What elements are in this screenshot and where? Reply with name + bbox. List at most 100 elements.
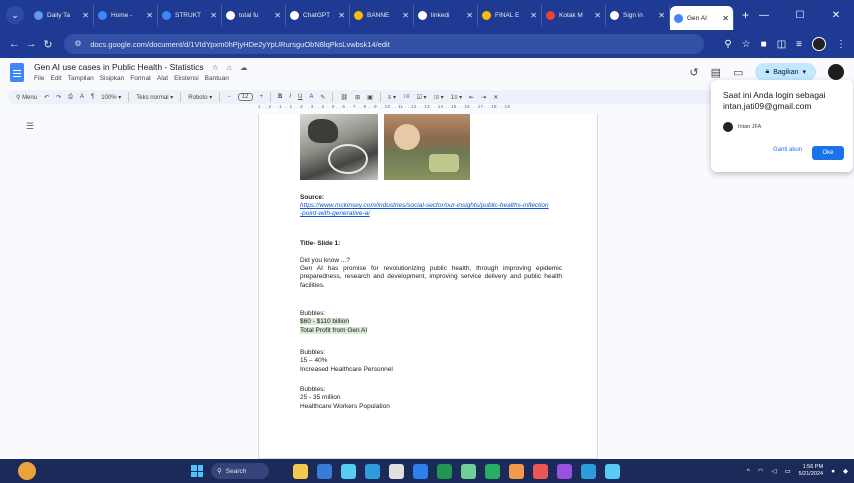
taskbar-app-icon[interactable] xyxy=(341,463,356,479)
menu-item[interactable]: Bantuan xyxy=(205,75,229,82)
browser-tab[interactable]: linkedi ✕ xyxy=(414,4,478,26)
menu-item[interactable]: Format xyxy=(130,75,151,82)
line-spacing-icon[interactable]: ↕≡ xyxy=(403,94,410,100)
document-page[interactable]: Source: https://www.mckinsey.com/industr… xyxy=(258,114,598,459)
taskbar-search[interactable]: ⚲ Search xyxy=(211,463,269,479)
tab-close-icon[interactable]: ✕ xyxy=(658,11,665,20)
bookmark-star-icon[interactable]: ☆ xyxy=(742,39,751,50)
move-folder-icon[interactable]: ⌂ xyxy=(227,63,232,72)
wifi-icon[interactable]: ◠ xyxy=(758,467,764,475)
taskbar-app-icon[interactable] xyxy=(437,463,452,479)
tab-close-icon[interactable]: ✕ xyxy=(402,11,409,20)
comments-icon[interactable]: ▤ xyxy=(711,66,721,79)
comment-icon[interactable]: ⊞ xyxy=(355,94,360,101)
profile-avatar[interactable] xyxy=(811,37,826,51)
window-icon[interactable]: ◫ xyxy=(777,39,786,50)
taskbar-app-icon[interactable] xyxy=(413,463,428,479)
tab-close-icon[interactable]: ✕ xyxy=(338,11,345,20)
spellcheck-icon[interactable]: A xyxy=(80,94,84,100)
menu-item[interactable]: File xyxy=(34,75,44,82)
tab-close-icon[interactable]: ✕ xyxy=(722,14,729,23)
tab-close-icon[interactable]: ✕ xyxy=(146,11,153,20)
document-title[interactable]: Gen AI use cases in Public Health - Stat… xyxy=(34,62,248,72)
text-color-icon[interactable]: A xyxy=(309,94,313,100)
tab-close-icon[interactable]: ✕ xyxy=(466,11,473,20)
tab-close-icon[interactable]: ✕ xyxy=(82,11,89,20)
link-icon[interactable]: ⛓ xyxy=(340,94,348,101)
taskbar-app-icon[interactable] xyxy=(485,463,500,479)
source-link-line-2[interactable]: -point-with-generative-ai xyxy=(300,210,370,217)
battery-icon[interactable]: ▭ xyxy=(784,467,790,475)
site-info-icon[interactable]: ⚙ xyxy=(74,39,84,49)
bullet-list-icon[interactable]: ⁝≡ ▾ xyxy=(434,94,444,101)
notification-icon[interactable]: ● xyxy=(831,468,835,475)
image-healthcare[interactable] xyxy=(384,114,470,180)
font-size-input[interactable]: 12 xyxy=(237,93,253,101)
horizontal-ruler[interactable]: 1 . . 2 . . 1 . . 1 . . 2 . . 3 . . 4 . … xyxy=(258,104,598,112)
browser-tab[interactable]: Sign in ✕ xyxy=(606,4,670,26)
browser-tab[interactable]: ChatGPT ✕ xyxy=(286,4,350,26)
italic-icon[interactable]: I xyxy=(289,94,291,100)
copilot-icon[interactable]: ◆ xyxy=(843,467,848,475)
font-size-decrease[interactable]: − xyxy=(227,94,231,100)
browser-tab[interactable]: FINAL E ✕ xyxy=(478,4,542,26)
paint-format-icon[interactable]: ¶ xyxy=(91,94,94,100)
browser-tab[interactable]: total fu ✕ xyxy=(222,4,286,26)
zoom-select[interactable]: 100% ▾ xyxy=(101,94,121,101)
tab-close-icon[interactable]: ✕ xyxy=(274,11,281,20)
menu-item[interactable]: Edit xyxy=(50,75,61,82)
redo-icon[interactable]: ↷ xyxy=(56,94,61,101)
clear-format-icon[interactable]: ✕ xyxy=(493,94,498,101)
menu-item[interactable]: Sisipkan xyxy=(100,75,125,82)
zoom-icon[interactable]: ⚲ xyxy=(724,39,731,50)
browser-menu-icon[interactable]: ⋮ xyxy=(836,39,846,50)
taskbar-app-icon[interactable] xyxy=(581,463,596,479)
font-size-increase[interactable]: + xyxy=(260,94,264,100)
style-select[interactable]: Teks normal ▾ xyxy=(136,94,173,101)
browser-tab[interactable]: Home - ✕ xyxy=(94,4,158,26)
user-avatar[interactable] xyxy=(828,64,844,80)
checklist-icon[interactable]: ☑ ▾ xyxy=(416,94,426,101)
tab-close-icon[interactable]: ✕ xyxy=(530,11,537,20)
weather-widget-icon[interactable] xyxy=(18,462,36,480)
taskbar-app-icon[interactable] xyxy=(557,463,572,479)
browser-tab[interactable]: BANNE ✕ xyxy=(350,4,414,26)
forward-icon[interactable]: → xyxy=(25,38,38,50)
switch-account-button[interactable]: Ganti akun xyxy=(773,147,802,153)
taskbar-app-icon[interactable] xyxy=(533,463,548,479)
align-icon[interactable]: ≡ ▾ xyxy=(388,94,396,101)
undo-icon[interactable]: ↶ xyxy=(44,94,49,101)
tab-search-icon[interactable]: ⌄ xyxy=(6,6,24,24)
star-icon[interactable]: ☆ xyxy=(212,63,219,72)
restore-button[interactable]: ☐ xyxy=(782,10,818,21)
cloud-status-icon[interactable]: ☁ xyxy=(240,63,248,72)
indent-increase-icon[interactable]: ⇥ xyxy=(481,94,486,101)
clock[interactable]: 1:56 PM 5/21/2024 xyxy=(799,464,823,478)
show-hidden-icons[interactable]: ^ xyxy=(747,468,750,475)
minimize-button[interactable]: — xyxy=(746,10,782,21)
share-button[interactable]: 🔒︎ Bagikan ▾ xyxy=(755,63,816,81)
taskbar-app-icon[interactable] xyxy=(389,463,404,479)
history-icon[interactable]: ↺ xyxy=(689,66,698,79)
image-sculpture[interactable] xyxy=(300,114,378,180)
source-link[interactable]: https://www.mckinsey.com/industries/soci… xyxy=(300,202,562,219)
highlight-icon[interactable]: ✎ xyxy=(320,94,325,101)
extension-icon[interactable]: ■ xyxy=(761,39,767,50)
volume-icon[interactable]: ◁ xyxy=(771,467,776,475)
image-icon[interactable]: ▣ xyxy=(367,94,373,101)
reading-list-icon[interactable]: ≡ xyxy=(796,39,802,50)
underline-icon[interactable]: U xyxy=(298,94,302,100)
indent-decrease-icon[interactable]: ⇤ xyxy=(469,94,474,101)
taskbar-app-icon[interactable] xyxy=(293,463,308,479)
font-select[interactable]: Roboto ▾ xyxy=(188,94,212,101)
docs-logo-icon[interactable] xyxy=(10,63,24,82)
taskbar-app-icon[interactable] xyxy=(461,463,476,479)
taskbar-app-icon[interactable] xyxy=(317,463,332,479)
address-bar[interactable]: ⚙ docs.google.com/document/d/1VIdYpxm0hP… xyxy=(64,34,705,54)
browser-tab[interactable]: STRUKT ✕ xyxy=(158,4,222,26)
menu-item[interactable]: Tampilan xyxy=(68,75,94,82)
close-window-button[interactable]: ✕ xyxy=(818,10,854,21)
menu-item[interactable]: Alat xyxy=(157,75,168,82)
back-icon[interactable]: ← xyxy=(8,38,21,50)
taskbar-app-icon[interactable] xyxy=(365,463,380,479)
